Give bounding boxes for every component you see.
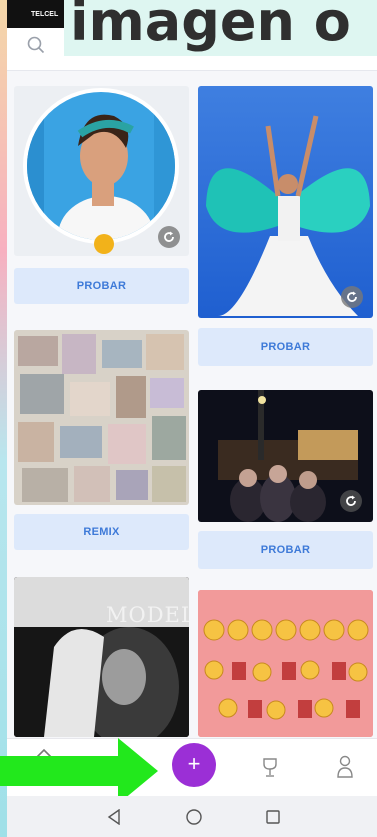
overlay-caption: imagen o [64, 0, 377, 56]
carrier-label: TELCEL [31, 11, 59, 18]
try-button[interactable]: PROBAR [198, 328, 373, 366]
pointer-arrow-icon [0, 738, 158, 804]
remix-icon[interactable] [158, 226, 180, 248]
feed-card-night[interactable] [198, 390, 373, 522]
profile-icon[interactable] [336, 755, 354, 779]
model-image [14, 577, 189, 737]
back-icon[interactable] [107, 809, 121, 825]
feed-card-butterfly[interactable] [198, 86, 373, 318]
try-button[interactable]: PROBAR [14, 268, 189, 304]
feed-card-collage[interactable] [14, 330, 189, 505]
feed-card-model[interactable]: MODEL [14, 577, 189, 737]
feed-card-portrait[interactable] [14, 86, 189, 256]
add-icon: + [187, 751, 201, 776]
feed-card-emoji[interactable] [198, 590, 373, 737]
remix-icon[interactable] [340, 490, 362, 512]
add-button[interactable]: + [172, 743, 216, 787]
remix-button[interactable]: REMIX [14, 514, 189, 550]
status-bar: TELCEL [7, 0, 67, 28]
emoji-image [198, 590, 373, 737]
search-icon[interactable] [27, 36, 45, 54]
trophy-icon[interactable] [261, 757, 279, 779]
recents-icon[interactable] [265, 809, 281, 825]
screen-edge-decoration [0, 0, 7, 837]
home-circle-icon[interactable] [185, 808, 203, 826]
collage-image [14, 330, 189, 505]
model-text: MODEL [106, 603, 189, 627]
remix-icon[interactable] [341, 286, 363, 308]
system-navigation-bar [7, 796, 377, 837]
try-button[interactable]: PROBAR [198, 531, 373, 569]
butterfly-image [198, 86, 373, 318]
